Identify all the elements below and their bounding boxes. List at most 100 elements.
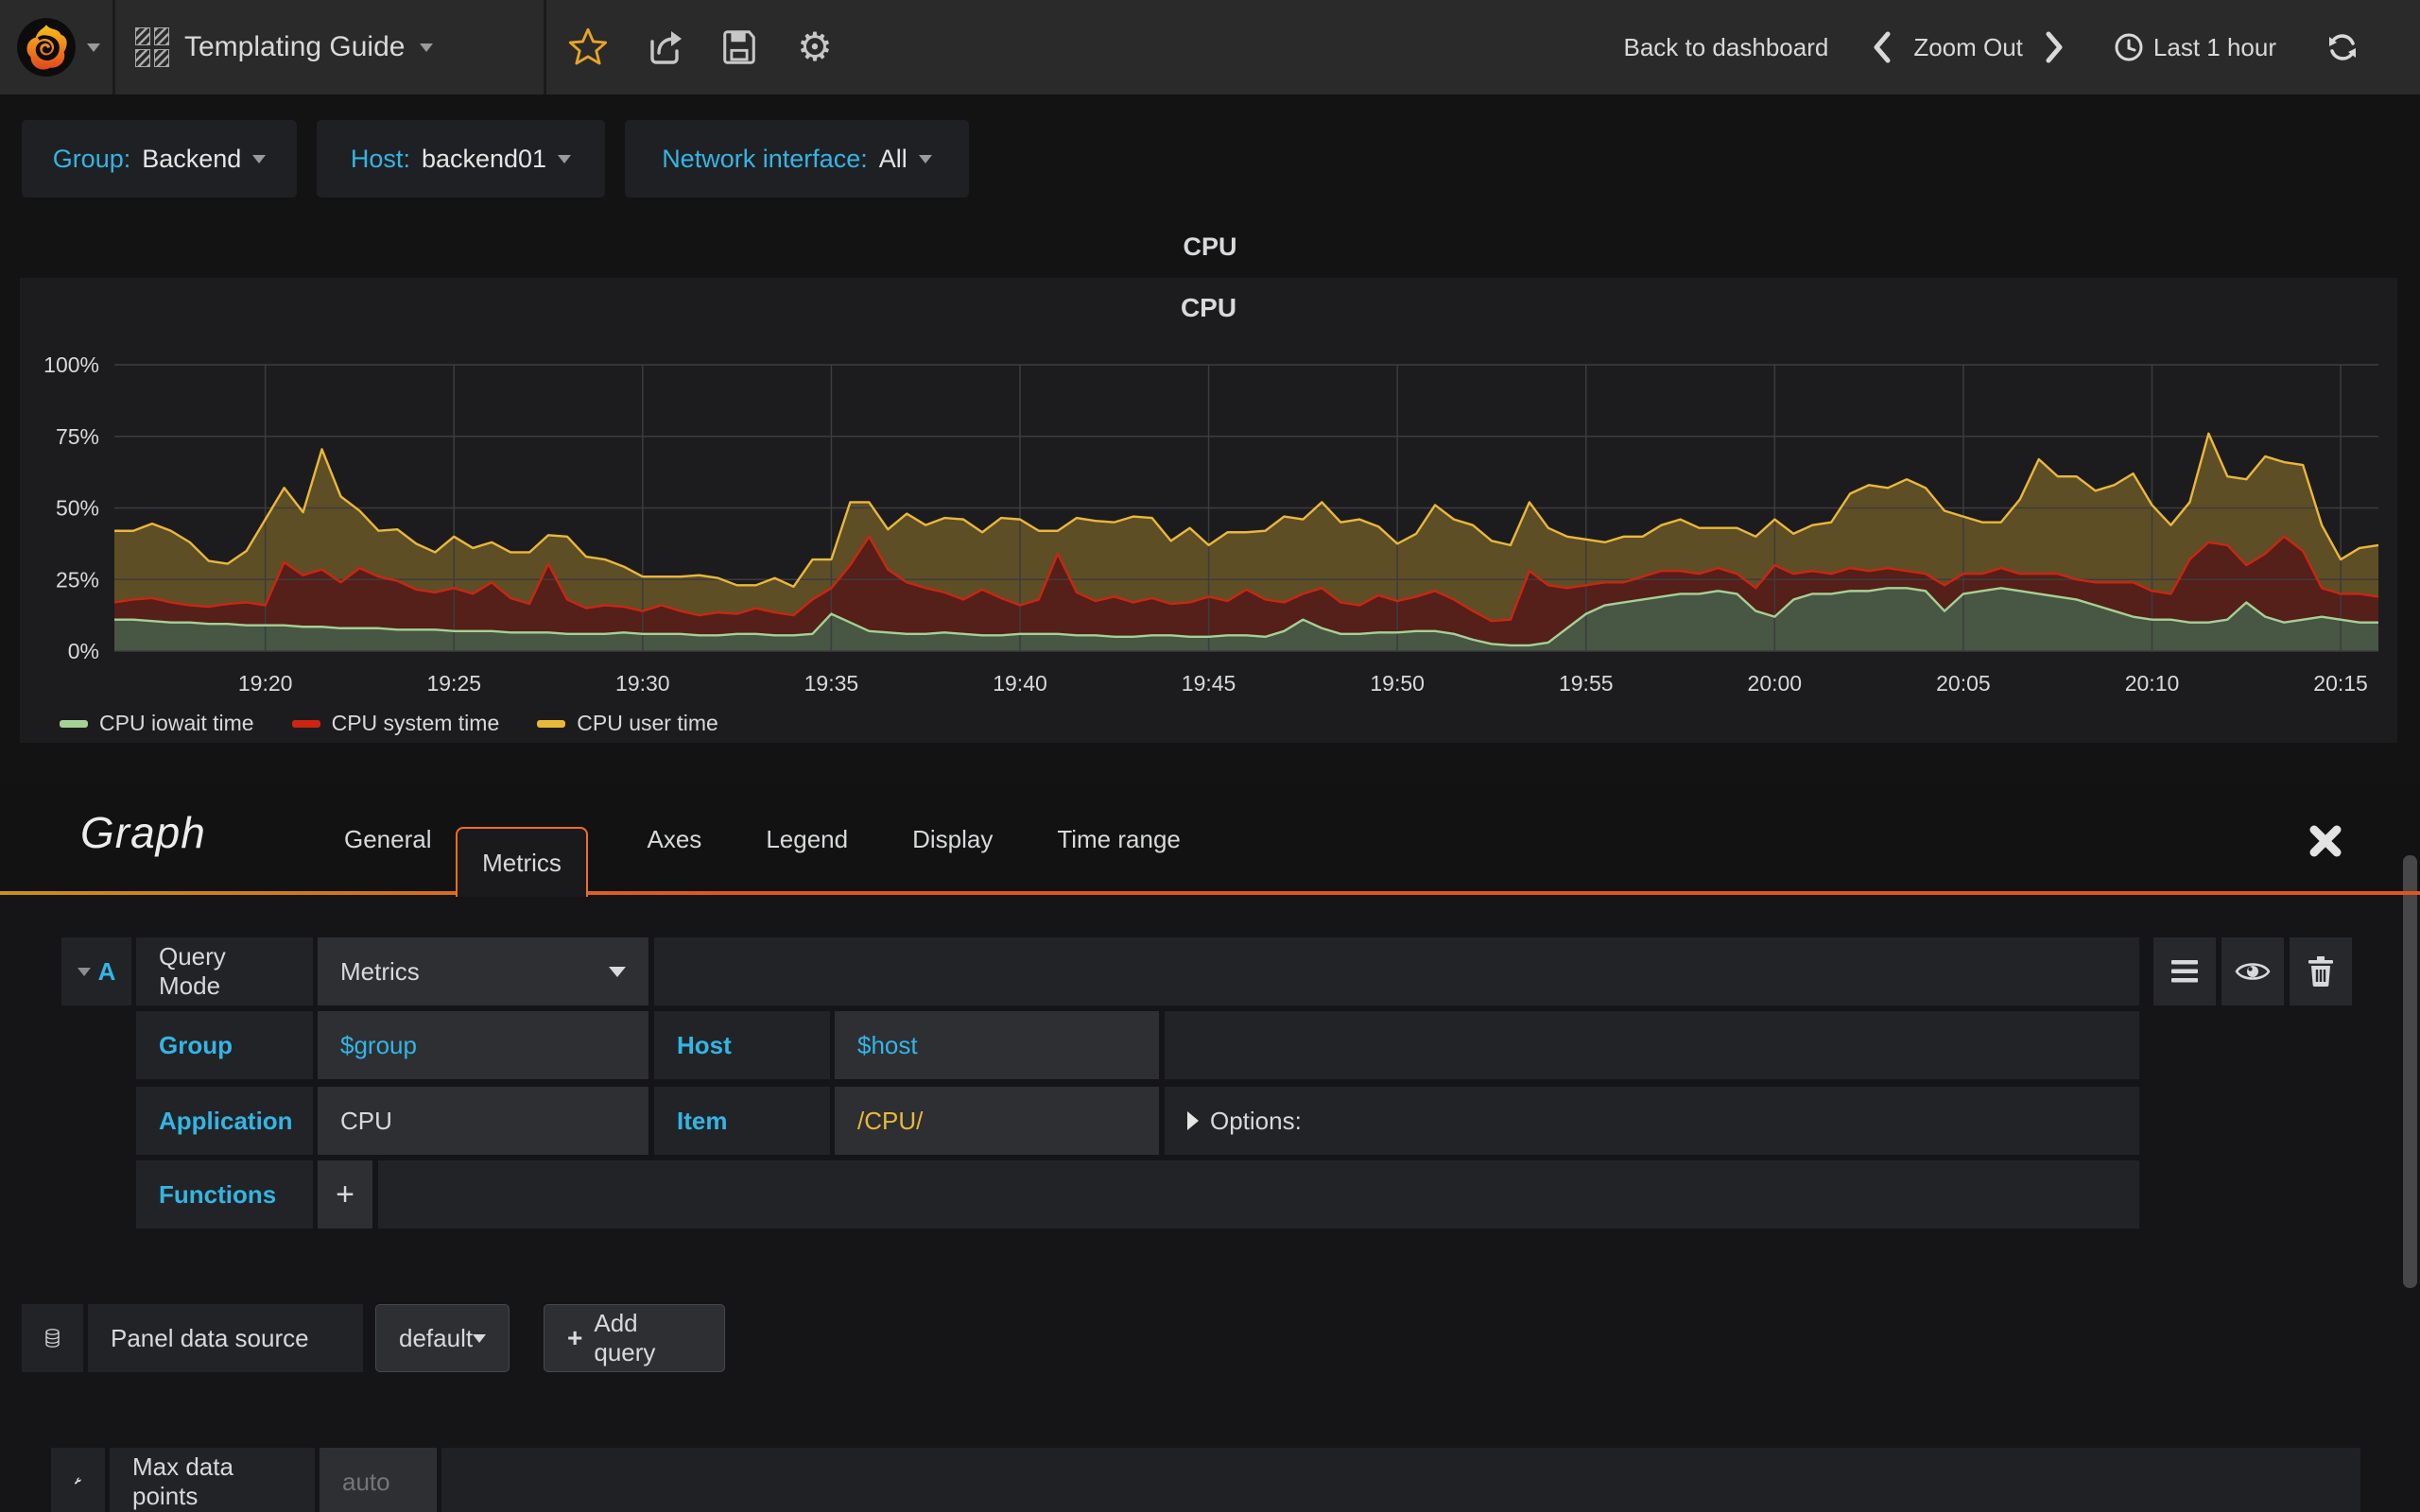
legend-item-system[interactable]: CPU system time: [291, 711, 500, 736]
item-field-input[interactable]: /CPU/: [835, 1087, 1159, 1155]
datasource-value: default: [399, 1323, 474, 1352]
zoom-out-link[interactable]: Zoom Out: [1913, 33, 2023, 62]
navbar-divider: [112, 0, 115, 94]
grafana-app: Templating Guide ⚙ Back to dashboard Zoo…: [0, 0, 2420, 1512]
variable-host-label: Host:: [350, 144, 410, 173]
svg-text:0%: 0%: [68, 639, 99, 663]
legend-label-system: CPU system time: [331, 711, 500, 735]
panel-type-title: Graph: [80, 808, 206, 857]
group-field-input[interactable]: $group: [318, 1011, 648, 1079]
chart-title: CPU: [1180, 293, 1237, 322]
navbar-right: Back to dashboard Zoom Out Last 1 hour: [1624, 0, 2360, 94]
star-button[interactable]: [550, 0, 626, 94]
variable-network-interface[interactable]: Network interface: All: [625, 120, 969, 198]
trash-icon: [2308, 956, 2333, 987]
refresh-icon[interactable]: [2325, 30, 2360, 64]
svg-text:50%: 50%: [56, 496, 99, 521]
tab-general[interactable]: General: [312, 825, 464, 854]
variable-host[interactable]: Host: backend01: [317, 120, 605, 198]
group-field-value: $group: [340, 1030, 417, 1059]
back-to-dashboard-link[interactable]: Back to dashboard: [1624, 33, 1829, 62]
svg-text:75%: 75%: [56, 424, 99, 449]
save-button[interactable]: [701, 0, 777, 94]
navbar-actions: ⚙: [550, 0, 853, 94]
editor-tabs: General Metrics Axes Legend Display Time…: [312, 784, 1213, 897]
grafana-logo-menu[interactable]: [15, 16, 100, 78]
logo-dropdown-caret: [87, 43, 100, 52]
time-range-label: Last 1 hour: [2152, 32, 2276, 61]
tab-display[interactable]: Display: [880, 825, 1025, 854]
tabbar-underline: [0, 891, 2420, 895]
query-delete-button[interactable]: [2290, 937, 2352, 1005]
cpu-stacked-area-chart[interactable]: 0% 25% 50% 75% 100% 19:20 19:25 19:30 19:35 19:40…: [20, 353, 2397, 703]
share-button[interactable]: [626, 0, 701, 94]
tab-legend[interactable]: Legend: [734, 825, 880, 854]
max-data-points-filler: [441, 1448, 2360, 1512]
tab-metrics[interactable]: Metrics: [456, 827, 588, 897]
dashboard-title-menu[interactable]: Templating Guide: [135, 0, 434, 94]
svg-text:19:45: 19:45: [1182, 671, 1236, 696]
query-menu-button[interactable]: [2153, 937, 2216, 1005]
dashboard-title: Templating Guide: [184, 31, 406, 62]
query-toggle-visibility-button[interactable]: [2221, 937, 2284, 1005]
host-field-value: $host: [857, 1030, 918, 1059]
wrench-icon: [74, 1477, 81, 1485]
functions-label: Functions: [136, 1160, 313, 1228]
datasource-caret: [473, 1333, 487, 1343]
time-picker[interactable]: Last 1 hour: [2114, 32, 2276, 62]
legend-label-user: CPU user time: [577, 711, 718, 735]
legend-swatch-user: [537, 719, 566, 728]
database-icon: [45, 1329, 60, 1348]
clock-icon: [2115, 33, 2143, 61]
panel-title[interactable]: CPU: [0, 232, 2420, 262]
close-editor-button[interactable]: [2307, 822, 2344, 860]
grafana-logo-icon: [17, 18, 76, 77]
add-function-button[interactable]: +: [318, 1160, 372, 1228]
max-data-points-input[interactable]: auto: [320, 1448, 437, 1512]
query-collapse-caret: [77, 967, 91, 976]
chart-legend: CPU iowait time CPU system time CPU user…: [60, 711, 718, 736]
save-icon: [723, 30, 755, 64]
application-field-label: Application: [136, 1087, 313, 1155]
share-icon: [650, 31, 682, 64]
variable-group-caret: [252, 154, 267, 163]
chevron-right-icon[interactable]: [2044, 31, 2065, 63]
navbar-divider-2: [544, 0, 546, 94]
tab-time-range[interactable]: Time range: [1025, 825, 1213, 854]
legend-item-iowait[interactable]: CPU iowait time: [60, 711, 254, 736]
query-mode-value: Metrics: [340, 956, 420, 986]
cpu-graph-panel: CPU 0% 25% 50% 75% 100% 19:20 19:25 19:30 19:35 1…: [20, 278, 2397, 743]
menu-icon: [2171, 960, 2198, 983]
variable-group[interactable]: Group: Backend: [22, 120, 297, 198]
query-mode-select[interactable]: Metrics: [318, 937, 648, 1005]
gear-icon: ⚙: [797, 24, 833, 70]
add-query-button[interactable]: + Add query: [544, 1304, 725, 1372]
options-toggle[interactable]: Options:: [1165, 1087, 2139, 1155]
star-icon: [568, 27, 608, 65]
max-data-points-label: Max data points: [110, 1448, 315, 1512]
host-field-input[interactable]: $host: [835, 1011, 1159, 1079]
variable-netif-label: Network interface:: [662, 144, 868, 173]
svg-text:20:05: 20:05: [1936, 671, 1991, 696]
legend-item-user[interactable]: CPU user time: [537, 711, 718, 736]
application-field-value: CPU: [340, 1106, 392, 1135]
application-field-input[interactable]: CPU: [318, 1087, 648, 1155]
settings-button[interactable]: ⚙: [777, 0, 853, 94]
scrollbar-thumb[interactable]: [2403, 855, 2417, 1288]
svg-text:20:15: 20:15: [2313, 671, 2368, 696]
datasource-label: Panel data source: [88, 1304, 363, 1372]
variable-netif-value: All: [878, 144, 908, 173]
datasource-select[interactable]: default: [375, 1304, 510, 1372]
chevron-left-icon[interactable]: [1872, 31, 1893, 63]
svg-text:20:00: 20:00: [1748, 671, 1803, 696]
svg-text:20:10: 20:10: [2125, 671, 2180, 696]
legend-swatch-system: [291, 719, 320, 728]
svg-text:19:40: 19:40: [993, 671, 1047, 696]
add-query-label: Add query: [594, 1309, 656, 1366]
variable-group-label: Group:: [52, 144, 131, 173]
svg-text:19:30: 19:30: [615, 671, 670, 696]
host-field-label: Host: [654, 1011, 830, 1079]
item-field-label: Item: [654, 1087, 830, 1155]
query-ref-collapse[interactable]: A: [61, 937, 131, 1005]
tab-axes[interactable]: Axes: [615, 825, 735, 854]
